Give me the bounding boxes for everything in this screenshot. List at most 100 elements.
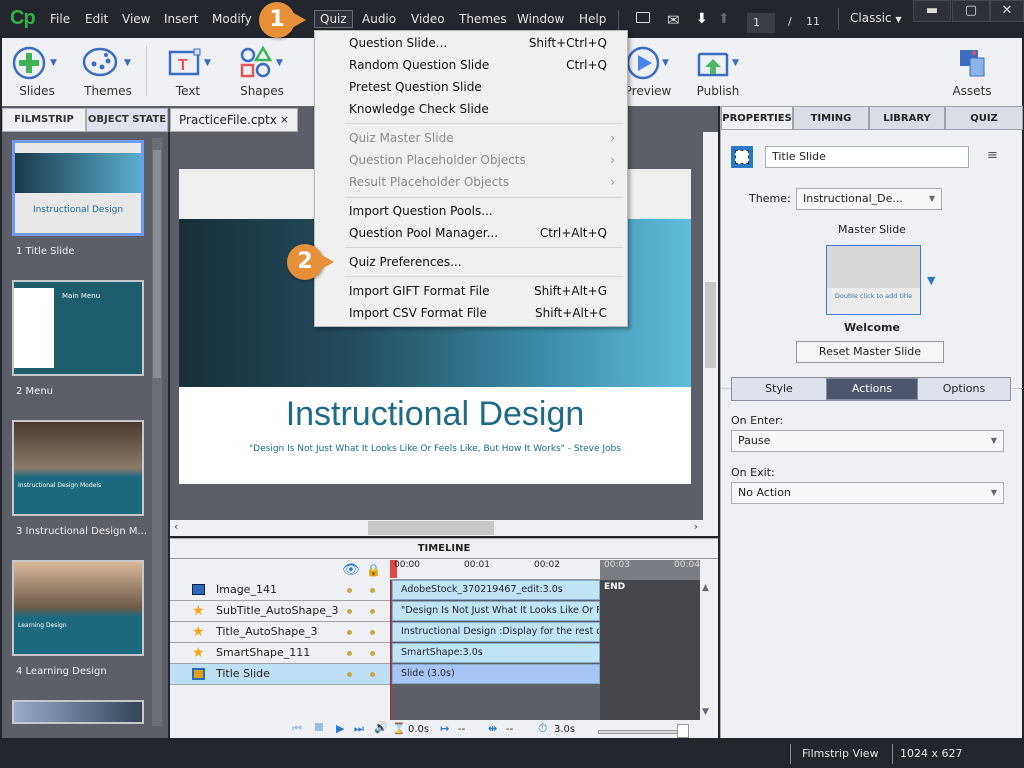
menu-item-pretest-question-slide[interactable]: Pretest Question Slide: [349, 76, 607, 98]
next-icon[interactable]: ⏭: [354, 722, 364, 736]
themes-button[interactable]: ▼ Themes: [78, 38, 138, 106]
reset-master-slide-button[interactable]: Reset Master Slide: [796, 341, 944, 363]
vertical-scrollbar[interactable]: [703, 132, 718, 520]
visibility-dot[interactable]: [347, 651, 352, 656]
subtab-style[interactable]: Style: [732, 378, 826, 400]
menu-edit[interactable]: Edit: [85, 12, 108, 26]
tab-object-state[interactable]: OBJECT STATE: [86, 108, 168, 132]
menu-item-question-pool-manager[interactable]: Question Pool Manager... Ctrl+Alt+Q: [349, 222, 607, 244]
scrollbar-thumb[interactable]: [705, 282, 716, 368]
menu-insert[interactable]: Insert: [164, 12, 198, 26]
filmstrip-slide-2[interactable]: Main Menu: [12, 280, 144, 376]
menu-item-import-gift[interactable]: Import GIFT Format File Shift+Alt+G: [349, 280, 607, 302]
visibility-dot[interactable]: [347, 588, 352, 593]
timeline-bar[interactable]: AdobeStock_370219467_edit:3.0s: [392, 580, 600, 600]
slides-button[interactable]: ▼ Slides: [10, 38, 64, 106]
timeline-bar[interactable]: "Design Is Not Just What It Looks Like O…: [392, 601, 600, 621]
tab-library[interactable]: LIBRARY: [869, 106, 945, 130]
tab-quiz[interactable]: QUIZ: [945, 106, 1023, 130]
mail-icon[interactable]: ✉: [667, 11, 680, 29]
filmstrip-slide-3[interactable]: Instructional Design Models: [12, 420, 144, 516]
audio-icon[interactable]: 🔊: [374, 721, 388, 734]
menu-item-question-slide[interactable]: Question Slide... Shift+Ctrl+Q: [349, 32, 607, 54]
page-number-input[interactable]: 1: [747, 13, 775, 33]
lock-dot[interactable]: [370, 630, 375, 635]
filmstrip-slide-5[interactable]: [12, 700, 144, 724]
on-exit-dropdown[interactable]: No Action ▼: [731, 482, 1004, 504]
scrollbar-thumb[interactable]: [368, 521, 494, 535]
menu-modify[interactable]: Modify: [212, 12, 252, 26]
rewind-icon[interactable]: ⏮: [292, 722, 302, 736]
timeline-row[interactable]: ★ SubTitle_AutoShape_3: [170, 601, 390, 622]
scroll-down-icon[interactable]: ▼: [702, 707, 709, 717]
captions-icon[interactable]: [636, 12, 650, 23]
minimize-button[interactable]: ▬: [913, 0, 951, 22]
filmstrip-scrollbar[interactable]: [152, 138, 162, 726]
timeline-row[interactable]: Image_141: [170, 580, 390, 601]
timeline-row-selected[interactable]: Title Slide: [170, 664, 390, 685]
menu-themes[interactable]: Themes: [459, 12, 507, 26]
assets-button[interactable]: Assets: [946, 38, 998, 106]
zoom-slider[interactable]: [598, 724, 689, 738]
lock-dot[interactable]: [370, 609, 375, 614]
visibility-dot[interactable]: [347, 672, 352, 677]
publish-button[interactable]: ▼ Publish: [692, 38, 744, 106]
menu-quiz[interactable]: Quiz: [314, 10, 353, 28]
stop-icon[interactable]: [315, 723, 323, 731]
text-button[interactable]: T ▼ Text: [162, 38, 214, 106]
lock-dot[interactable]: [370, 588, 375, 593]
tab-properties[interactable]: PROPERTIES: [721, 106, 793, 130]
scroll-right-icon[interactable]: ›: [694, 520, 698, 533]
visibility-eye-icon[interactable]: 👁: [342, 562, 360, 578]
master-slide-thumbnail[interactable]: Double click to add title: [826, 245, 921, 315]
document-tab[interactable]: PracticeFile.cptx ×: [170, 108, 298, 132]
lock-dot[interactable]: [370, 672, 375, 677]
on-enter-dropdown[interactable]: Pause ▼: [731, 430, 1004, 452]
preview-button[interactable]: ▼ Preview: [620, 38, 676, 106]
timeline-bar[interactable]: Instructional Design :Display for the re…: [392, 622, 600, 642]
close-tab-icon[interactable]: ×: [280, 109, 289, 131]
slide-title[interactable]: Instructional Design: [179, 395, 691, 434]
tab-timing[interactable]: TIMING: [793, 106, 869, 130]
slide-subtitle[interactable]: "Design Is Not Just What It Looks Like O…: [179, 444, 691, 454]
arrow-down-icon[interactable]: ⬇: [696, 11, 708, 27]
scrollbar-thumb[interactable]: [153, 150, 161, 378]
menu-window[interactable]: Window: [517, 12, 564, 26]
lock-dot[interactable]: [370, 651, 375, 656]
menu-item-import-question-pools[interactable]: Import Question Pools...: [349, 200, 607, 222]
scroll-up-icon[interactable]: ▲: [702, 583, 709, 593]
menu-item-quiz-preferences[interactable]: Quiz Preferences...: [349, 251, 607, 273]
visibility-dot[interactable]: [347, 630, 352, 635]
menu-video[interactable]: Video: [411, 12, 445, 26]
horizontal-scrollbar[interactable]: ‹ ›: [170, 520, 718, 536]
close-window-button[interactable]: ✕: [990, 0, 1024, 22]
slider-handle[interactable]: [677, 724, 689, 738]
filmstrip-slide-4[interactable]: Learning Design: [12, 560, 144, 656]
play-icon[interactable]: ▶: [336, 722, 344, 735]
menu-view[interactable]: View: [122, 12, 150, 26]
filmstrip-slide-1[interactable]: Instructional Design: [12, 140, 144, 236]
arrow-up-icon[interactable]: ⬆: [718, 11, 730, 27]
maximize-button[interactable]: ▢: [952, 0, 990, 22]
menu-item-import-csv[interactable]: Import CSV Format File Shift+Alt+C: [349, 302, 607, 324]
subtab-actions[interactable]: Actions: [826, 378, 918, 400]
lock-icon[interactable]: 🔒: [366, 563, 381, 577]
timeline-row[interactable]: ★ SmartShape_111: [170, 643, 390, 664]
panel-menu-icon[interactable]: ≡: [987, 148, 998, 163]
tab-filmstrip[interactable]: FILMSTRIP: [2, 108, 86, 132]
timeline-row[interactable]: ★ Title_AutoShape_3: [170, 622, 390, 643]
timeline-bar[interactable]: Slide (3.0s): [392, 664, 600, 684]
menu-file[interactable]: File: [50, 12, 70, 26]
timeline-bar[interactable]: SmartShape:3.0s: [392, 643, 600, 663]
subtab-options[interactable]: Options: [918, 378, 1010, 400]
workspace-dropdown[interactable]: Classic ▼: [850, 11, 902, 25]
menu-audio[interactable]: Audio: [362, 12, 396, 26]
visibility-dot[interactable]: [347, 609, 352, 614]
theme-dropdown[interactable]: Instructional_De... ▼: [796, 188, 942, 210]
object-name-input[interactable]: Title Slide: [765, 146, 969, 168]
menu-help[interactable]: Help: [579, 12, 606, 26]
menu-item-random-question-slide[interactable]: Random Question Slide Ctrl+Q: [349, 54, 607, 76]
scroll-left-icon[interactable]: ‹: [174, 520, 178, 533]
master-slide-dropdown-icon[interactable]: ▼: [927, 274, 935, 287]
timeline-ruler[interactable]: 00:00 00:01 00:02 00:03 00:04: [390, 560, 700, 580]
